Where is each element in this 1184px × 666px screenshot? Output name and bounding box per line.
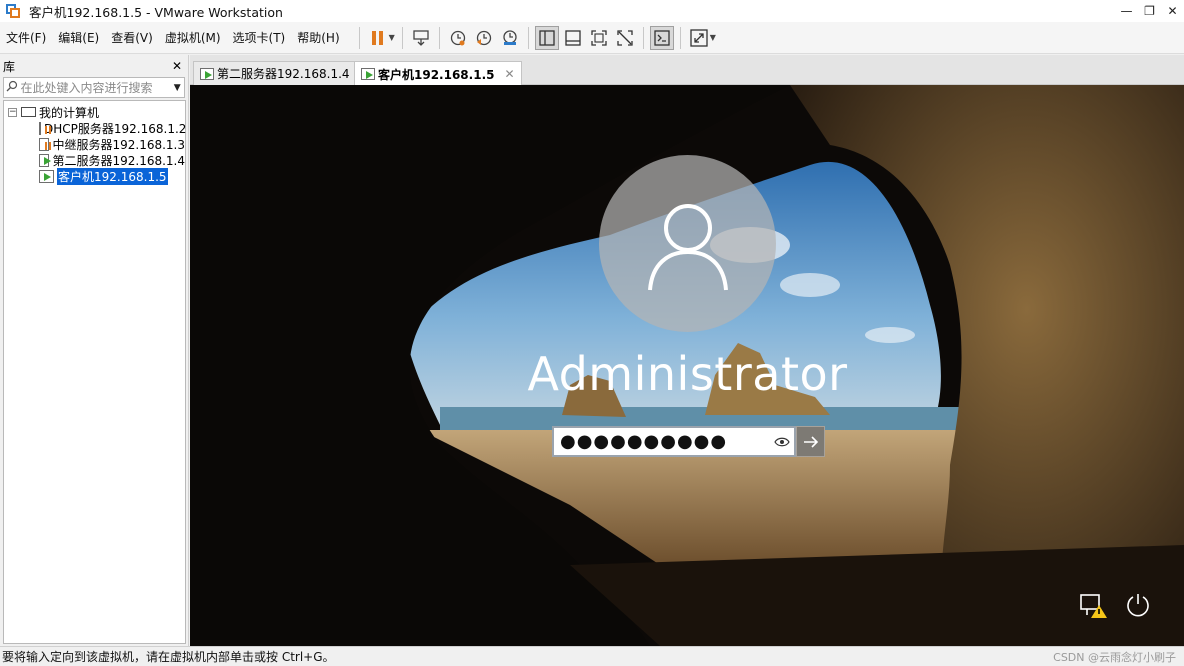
library-panel: 库 ✕ ▼ − 我的计算机 DHCP服务器192.168.1.2 中继服务器19… bbox=[0, 55, 189, 646]
tree-item-relay-server[interactable]: 中继服务器192.168.1.3 bbox=[4, 136, 185, 152]
arrow-right-icon bbox=[803, 435, 818, 448]
network-warning-icon bbox=[1080, 594, 1107, 618]
tab-strip: 第二服务器192.168.1.4 ✕ 客户机192.168.1.5 ✕ bbox=[190, 55, 1184, 86]
maximize-button[interactable]: ❐ bbox=[1138, 0, 1161, 22]
vm-running-icon bbox=[39, 169, 54, 183]
library-search: ▼ bbox=[3, 77, 185, 98]
snapshot-manager-button[interactable] bbox=[498, 26, 522, 50]
toolbar-separator bbox=[358, 26, 360, 49]
search-icon bbox=[4, 80, 21, 95]
send-ctrl-alt-del-button[interactable] bbox=[409, 26, 433, 50]
tree-root-my-computer[interactable]: − 我的计算机 bbox=[4, 104, 185, 120]
tab-label: 第二服务器192.168.1.4 bbox=[217, 67, 350, 81]
tree-item-label-selected: 客户机192.168.1.5 bbox=[57, 167, 168, 185]
close-button[interactable]: ✕ bbox=[1161, 0, 1184, 22]
menu-help[interactable]: 帮助(H) bbox=[291, 26, 345, 50]
tab-label: 客户机192.168.1.5 bbox=[378, 67, 495, 82]
thumbnail-bar-button[interactable] bbox=[561, 26, 585, 50]
user-icon bbox=[647, 203, 728, 290]
network-warning-button[interactable] bbox=[1079, 592, 1109, 620]
password-field[interactable]: ●●●●●●●●●● bbox=[552, 426, 796, 457]
tree-item-label: 中继服务器192.168.1.3 bbox=[52, 137, 185, 152]
password-value[interactable]: ●●●●●●●●●● bbox=[554, 432, 770, 451]
tree-item-label: 第二服务器192.168.1.4 bbox=[52, 153, 185, 168]
full-screen-icon bbox=[591, 29, 607, 46]
tree-item-second-server[interactable]: 第二服务器192.168.1.4 bbox=[4, 152, 185, 168]
minimize-button[interactable]: — bbox=[1115, 0, 1138, 22]
tab-close-icon[interactable]: ✕ bbox=[504, 67, 514, 81]
library-title: 库 bbox=[3, 59, 16, 74]
pause-dropdown-icon[interactable]: ▼ bbox=[389, 33, 395, 42]
tree-item-label: DHCP服务器192.168.1.2 bbox=[44, 121, 187, 136]
console-view-button[interactable] bbox=[649, 25, 674, 50]
vm-running-icon bbox=[200, 67, 214, 80]
pause-icon bbox=[371, 30, 383, 45]
tab-second-server[interactable]: 第二服务器192.168.1.4 ✕ bbox=[193, 61, 377, 85]
toolbar-separator bbox=[401, 26, 403, 49]
show-library-button[interactable] bbox=[534, 25, 559, 50]
library-search-input[interactable] bbox=[20, 80, 171, 95]
submit-arrow-button[interactable] bbox=[796, 426, 825, 457]
vm-console[interactable]: Administrator ●●●●●●●●●● bbox=[190, 85, 1184, 646]
watermark-text: CSDN @云雨念灯小刷子 bbox=[1053, 651, 1176, 664]
thumbnail-view-icon bbox=[565, 29, 581, 46]
vm-paused-icon bbox=[39, 137, 50, 151]
toolbar-separator bbox=[438, 26, 440, 49]
menu-edit[interactable]: 编辑(E) bbox=[52, 26, 105, 50]
toolbar-separator bbox=[642, 26, 644, 49]
tree-root-label: 我的计算机 bbox=[39, 105, 100, 120]
terminal-icon bbox=[654, 29, 670, 46]
send-keys-icon bbox=[413, 29, 429, 46]
revert-snapshot-icon bbox=[476, 30, 491, 45]
title-bar: 客户机192.168.1.5 - VMware Workstation — ❐ … bbox=[0, 0, 1184, 22]
snapshot-manager-icon bbox=[503, 29, 517, 45]
vm-running-icon bbox=[39, 153, 52, 167]
tree-item-dhcp-server[interactable]: DHCP服务器192.168.1.2 bbox=[4, 120, 187, 136]
reveal-password-icon[interactable] bbox=[770, 436, 794, 448]
computer-icon bbox=[21, 107, 36, 117]
toolbar-separator bbox=[679, 26, 681, 49]
stretch-icon bbox=[690, 28, 708, 47]
toolbar: ▼ ▼ bbox=[354, 25, 718, 50]
pause-button[interactable] bbox=[366, 26, 390, 50]
menu-tabs[interactable]: 选项卡(T) bbox=[227, 26, 292, 50]
menu-file[interactable]: 文件(F) bbox=[0, 26, 52, 50]
library-close-icon[interactable]: ✕ bbox=[172, 59, 182, 73]
window-title: 客户机192.168.1.5 - VMware Workstation bbox=[29, 4, 283, 20]
login-username: Administrator bbox=[527, 347, 848, 401]
menu-bar: 文件(F) 编辑(E) 查看(V) 虚拟机(M) 选项卡(T) 帮助(H) ▼ bbox=[0, 22, 1184, 54]
revert-snapshot-button[interactable] bbox=[472, 26, 496, 50]
menu-view[interactable]: 查看(V) bbox=[105, 26, 159, 50]
unity-disabled-icon bbox=[617, 29, 633, 46]
user-avatar bbox=[599, 155, 776, 332]
power-icon bbox=[1127, 594, 1149, 617]
full-screen-button[interactable] bbox=[587, 26, 611, 50]
tree-item-client[interactable]: 客户机192.168.1.5 bbox=[4, 167, 185, 185]
collapse-icon[interactable]: − bbox=[8, 107, 17, 117]
stretch-guest-button[interactable] bbox=[687, 26, 711, 50]
tab-client[interactable]: 客户机192.168.1.5 ✕ bbox=[354, 61, 522, 86]
toolbar-separator bbox=[527, 26, 529, 49]
stretch-dropdown-icon[interactable]: ▼ bbox=[710, 33, 716, 42]
library-header: 库 ✕ bbox=[0, 55, 188, 77]
snapshot-icon bbox=[450, 30, 465, 45]
snapshot-button[interactable] bbox=[446, 26, 470, 50]
status-bar: 要将输入定向到该虚拟机，请在虚拟机内部单击或按 Ctrl+G。 CSDN @云雨… bbox=[0, 646, 1184, 666]
library-view-icon bbox=[539, 29, 555, 46]
library-tree: − 我的计算机 DHCP服务器192.168.1.2 中继服务器192.168.… bbox=[3, 100, 186, 644]
vm-paused-icon bbox=[39, 121, 47, 135]
search-dropdown-icon[interactable]: ▼ bbox=[171, 83, 185, 93]
unity-button[interactable] bbox=[613, 26, 637, 50]
vmware-logo-icon bbox=[5, 3, 21, 19]
status-message: 要将输入定向到该虚拟机，请在虚拟机内部单击或按 Ctrl+G。 bbox=[2, 650, 335, 664]
vm-running-icon bbox=[361, 68, 375, 80]
menu-vm[interactable]: 虚拟机(M) bbox=[159, 26, 227, 50]
power-button[interactable] bbox=[1123, 592, 1153, 620]
window-controls: — ❐ ✕ bbox=[1115, 0, 1184, 22]
